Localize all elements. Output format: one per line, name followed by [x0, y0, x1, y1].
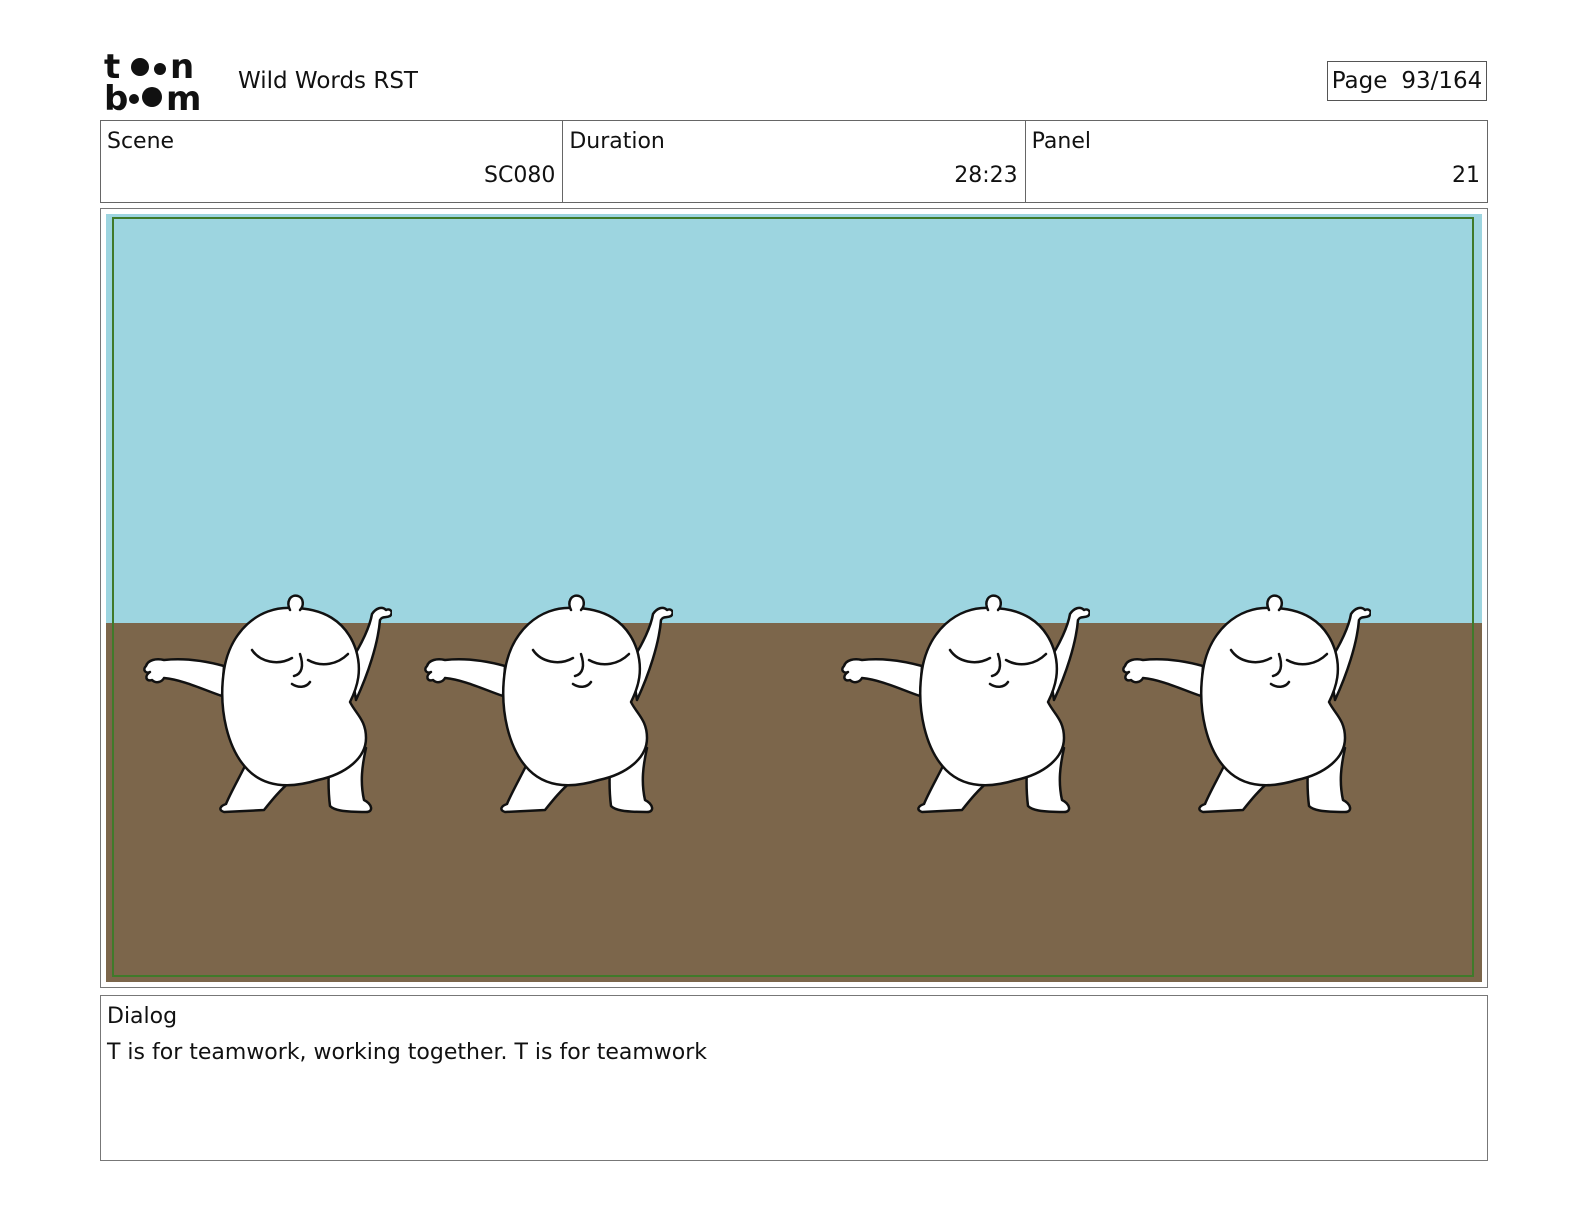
- panel-label: Panel: [1031, 129, 1092, 154]
- scene-value: SC080: [484, 163, 556, 188]
- project-title: Wild Words RST: [238, 68, 418, 94]
- dialog-label: Dialog: [107, 1004, 178, 1029]
- duration-value: 28:23: [954, 163, 1018, 188]
- safe-frame-border: [112, 217, 1474, 977]
- panel-frame: [100, 208, 1488, 988]
- dialog-text: T is for teamwork, working together. T i…: [107, 1040, 708, 1065]
- duration-label: Duration: [569, 129, 665, 154]
- dialog-box: Dialog T is for teamwork, working togeth…: [100, 995, 1488, 1161]
- page-indicator: Page 93/164: [1327, 61, 1487, 101]
- panel-artwork: [106, 214, 1482, 982]
- toonboom-logo: t n b m: [104, 47, 216, 119]
- page-value: 93/164: [1401, 68, 1483, 94]
- panel-value: 21: [1451, 163, 1480, 188]
- scene-label: Scene: [107, 129, 175, 154]
- info-row: Scene SC080 Duration 28:23 Panel 21: [100, 120, 1488, 203]
- duration-cell: Duration 28:23: [563, 121, 1026, 202]
- page-label: Page: [1331, 68, 1388, 94]
- svg-text:m: m: [166, 79, 201, 112]
- panel-cell: Panel 21: [1026, 121, 1487, 202]
- svg-text:b: b: [104, 79, 128, 112]
- scene-cell: Scene SC080: [101, 121, 564, 202]
